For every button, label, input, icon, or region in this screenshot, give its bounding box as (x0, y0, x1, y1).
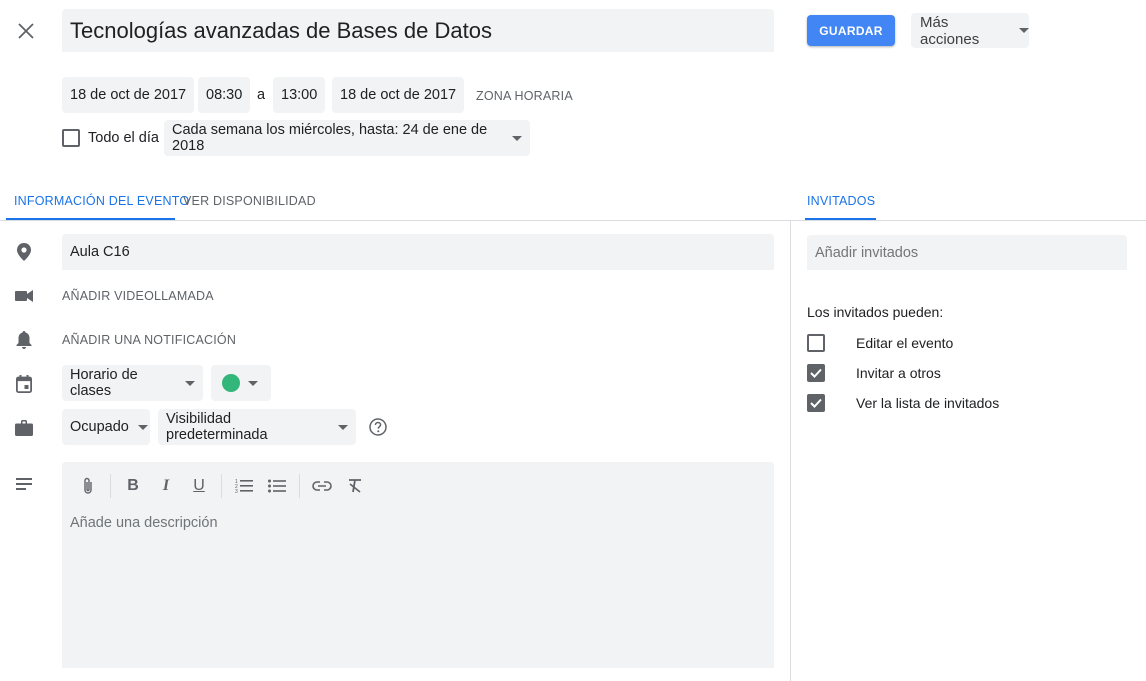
close-icon (18, 23, 34, 39)
numbered-list-icon[interactable]: 123 (233, 475, 255, 497)
visibility-dropdown[interactable]: Visibilidad predeterminada (158, 409, 356, 445)
help-icon[interactable] (369, 418, 387, 436)
permission-row-edit: Editar el evento (807, 334, 953, 352)
availability-dropdown[interactable]: Ocupado (62, 409, 150, 445)
checkmark-icon (810, 368, 822, 378)
permission-label: Ver la lista de invitados (856, 395, 1000, 411)
tab-event-info[interactable]: INFORMACIÓN DEL EVENTO (14, 194, 189, 208)
svg-text:3: 3 (235, 489, 238, 494)
recurrence-label: Cada semana los miércoles, hasta: 24 de … (172, 122, 488, 154)
attachment-icon[interactable] (77, 475, 99, 497)
availability-label: Ocupado (70, 419, 129, 435)
calendar-dropdown[interactable]: Horario de clases (62, 365, 203, 401)
checkmark-icon (810, 398, 822, 408)
chevron-down-icon (137, 424, 148, 430)
calendar-label: Horario de clases (70, 367, 138, 399)
more-actions-button[interactable]: Más acciones (911, 13, 1029, 48)
tabs-divider (0, 220, 1146, 221)
toolbar-separator (299, 474, 300, 498)
chevron-down-icon (248, 380, 258, 386)
chevron-down-icon (1019, 28, 1029, 33)
description-lines-icon (14, 474, 34, 494)
close-button[interactable] (12, 17, 40, 45)
start-date-picker[interactable]: 18 de oct de 2017 (62, 77, 195, 113)
bulleted-list-icon[interactable] (266, 475, 288, 497)
panel-divider (790, 221, 791, 681)
formatting-toolbar: B I U 123 (77, 474, 366, 498)
permission-row-invite: Invitar a otros (807, 364, 941, 382)
location-input[interactable] (62, 234, 774, 270)
bell-icon (14, 330, 34, 350)
calendar-icon (14, 374, 34, 394)
all-day-checkbox[interactable] (62, 129, 80, 147)
all-day-label: Todo el día (88, 130, 159, 146)
save-button[interactable]: GUARDAR (807, 15, 895, 46)
end-time-picker[interactable]: 13:00 (273, 77, 326, 113)
more-actions-label: Más acciones (920, 13, 980, 48)
briefcase-icon (14, 418, 34, 438)
clear-formatting-icon[interactable] (344, 475, 366, 497)
underline-icon[interactable]: U (188, 475, 210, 497)
chevron-down-icon (338, 424, 348, 430)
visibility-label: Visibilidad predeterminada (166, 411, 268, 443)
permission-label: Invitar a otros (856, 365, 941, 381)
toolbar-separator (221, 474, 222, 498)
add-notification-button[interactable]: AÑADIR UNA NOTIFICACIÓN (62, 333, 236, 347)
chevron-down-icon (185, 380, 195, 386)
location-pin-icon (14, 242, 34, 262)
edit-event-checkbox[interactable] (807, 334, 825, 352)
chevron-down-icon (512, 135, 522, 141)
event-title-input[interactable] (62, 9, 774, 52)
event-color-dropdown[interactable] (211, 365, 271, 401)
guest-permissions-heading: Los invitados pueden: (807, 304, 944, 320)
end-date-picker[interactable]: 18 de oct de 2017 (332, 77, 465, 113)
add-guests-input[interactable] (807, 235, 1127, 270)
color-swatch (222, 374, 240, 392)
permission-row-see-guests: Ver la lista de invitados (807, 394, 999, 412)
tab-guests[interactable]: INVITADOS (807, 194, 875, 208)
description-placeholder: Añade una descripción (70, 515, 218, 531)
timezone-button[interactable]: ZONA HORARIA (476, 89, 573, 103)
invite-others-checkbox[interactable] (807, 364, 825, 382)
tab-availability[interactable]: VER DISPONIBILIDAD (183, 194, 316, 208)
time-separator: a (257, 87, 266, 103)
permission-label: Editar el evento (856, 335, 954, 351)
add-video-call-button[interactable]: AÑADIR VIDEOLLAMADA (62, 289, 214, 303)
link-icon[interactable] (311, 475, 333, 497)
see-guest-list-checkbox[interactable] (807, 394, 825, 412)
toolbar-separator (110, 474, 111, 498)
bold-icon[interactable]: B (122, 475, 144, 497)
start-time-picker[interactable]: 08:30 (198, 77, 251, 113)
italic-icon[interactable]: I (155, 475, 177, 497)
recurrence-dropdown[interactable]: Cada semana los miércoles, hasta: 24 de … (164, 120, 530, 156)
description-editor[interactable]: B I U 123 Añade una descripción (62, 462, 774, 668)
video-camera-icon (14, 286, 34, 306)
